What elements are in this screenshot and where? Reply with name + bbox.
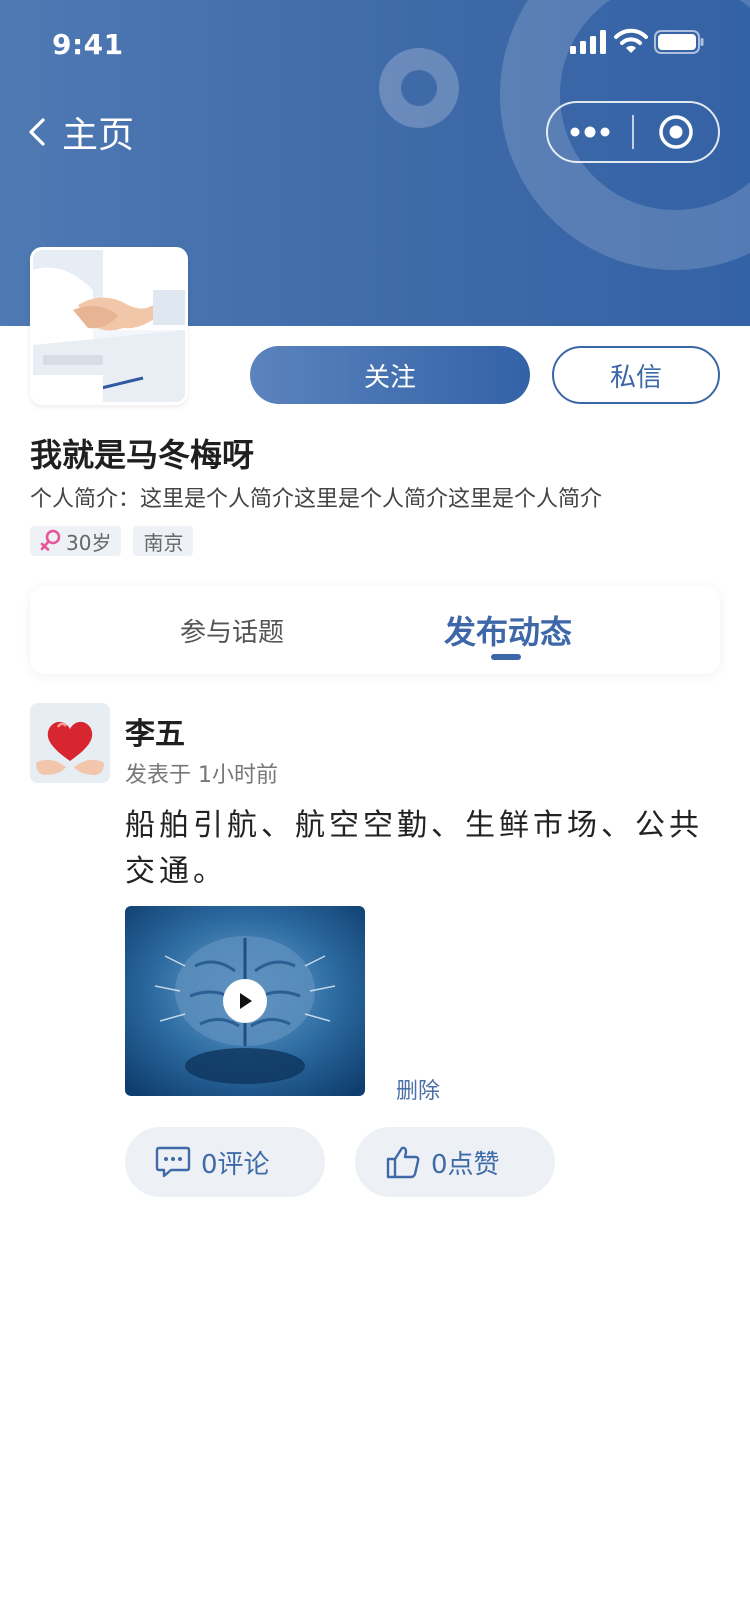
comment-button[interactable]: 0评论: [125, 1127, 325, 1197]
play-icon: [240, 993, 252, 1009]
signal-icon: [570, 30, 606, 54]
post-timestamp: 发表于 1小时前: [125, 763, 278, 788]
mini-program-capsule: [546, 101, 720, 163]
profile-tags: 30岁 南京: [30, 526, 194, 556]
play-button[interactable]: [223, 979, 267, 1023]
post-content: 船舶引航、航空空勤、生鲜市场、公共交通。: [125, 808, 703, 889]
age-label: 30岁: [66, 530, 112, 555]
navigation-bar: 主页: [0, 96, 750, 166]
follow-button[interactable]: 关注: [250, 346, 530, 404]
active-tab-indicator: [491, 654, 521, 660]
back-label: 主页: [62, 115, 135, 156]
wifi-icon: [614, 28, 648, 53]
more-button[interactable]: [548, 103, 632, 161]
profile-bio: 个人简介：这里是个人简介这里是个人简介这里是个人简介: [30, 487, 603, 512]
age-tag: 30岁: [30, 526, 122, 556]
video-thumbnail[interactable]: [125, 906, 365, 1096]
comment-icon: [155, 1146, 191, 1178]
city-tag: 南京: [133, 526, 194, 556]
close-miniprogram-button[interactable]: [634, 103, 718, 161]
like-button[interactable]: 0点赞: [355, 1127, 555, 1197]
tab-posts[interactable]: 发布动态: [444, 586, 572, 674]
comment-count-label: 0评论: [201, 1149, 270, 1180]
thumbs-up-icon: [386, 1146, 420, 1179]
target-circle-icon: [659, 115, 693, 149]
more-dots-icon: [570, 126, 610, 138]
heart-hands-image: [30, 703, 110, 783]
like-count-label: 0点赞: [431, 1149, 500, 1180]
profile-name: 我就是马冬梅呀: [30, 436, 255, 474]
tab-bar: 参与话题 发布动态: [30, 586, 720, 674]
post-author-name: 李五: [125, 717, 185, 752]
status-time: 9:41: [52, 28, 124, 61]
delete-post-link[interactable]: 删除: [396, 1073, 440, 1105]
handshake-image: [33, 250, 185, 402]
message-button[interactable]: 私信: [552, 346, 720, 404]
post-author-avatar[interactable]: [30, 703, 110, 783]
status-bar: 9:41: [0, 0, 750, 90]
chevron-left-icon: [29, 118, 45, 146]
profile-avatar: [30, 247, 188, 405]
tab-topics[interactable]: 参与话题: [180, 586, 284, 674]
back-button[interactable]: 主页: [26, 110, 134, 156]
city-label: 南京: [143, 530, 184, 555]
battery-icon: [654, 30, 704, 54]
female-icon: [40, 529, 61, 551]
